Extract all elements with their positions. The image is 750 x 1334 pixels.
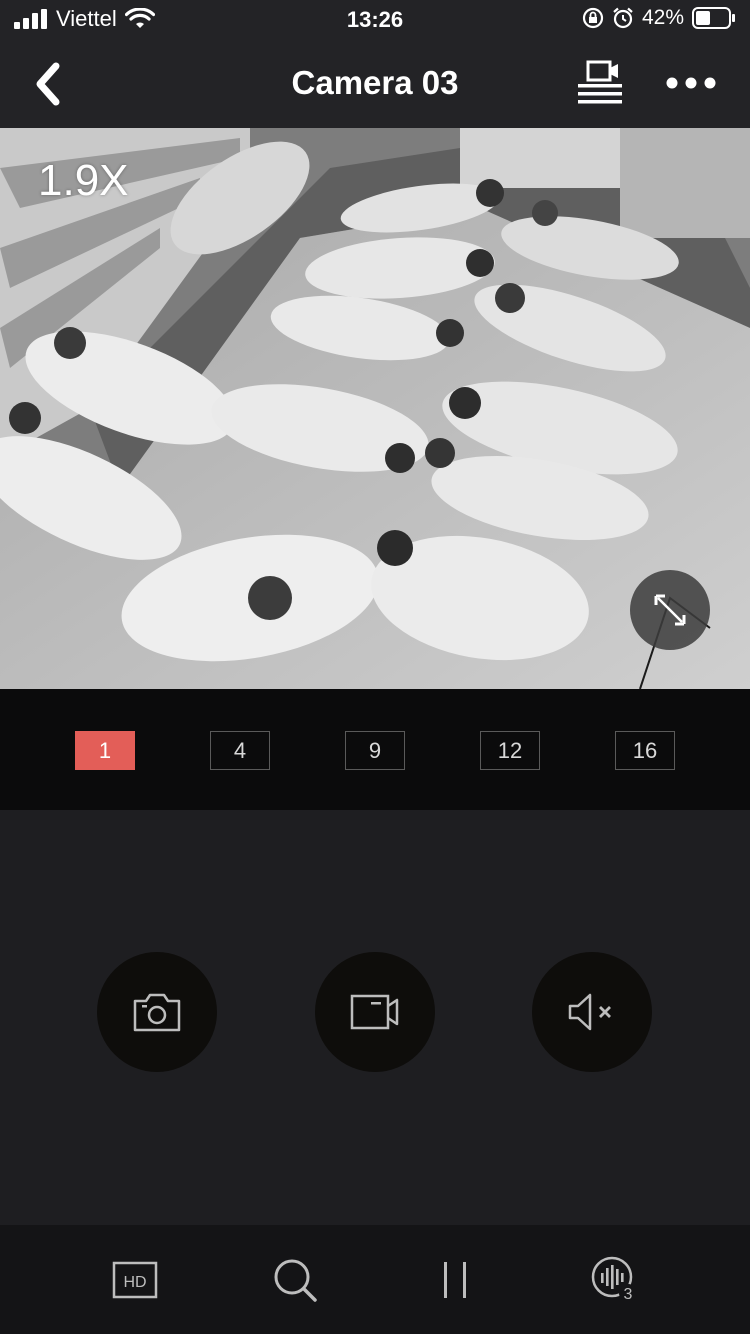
battery-percent: 42% — [641, 6, 684, 29]
signal-icon — [14, 9, 47, 29]
pause-icon — [444, 1262, 466, 1298]
bottom-toolbar: HD 3 — [0, 1225, 750, 1334]
carrier-name: Viettel — [56, 6, 117, 31]
voice-badge: 3 — [624, 1286, 633, 1303]
snapshot-button[interactable] — [97, 952, 217, 1072]
grid-option-9[interactable]: 9 — [345, 731, 405, 770]
more-options-button[interactable] — [664, 70, 720, 96]
rotation-lock-icon — [582, 7, 604, 29]
expand-icon — [654, 594, 686, 626]
status-bar: Viettel 13:26 42% — [0, 0, 750, 40]
hd-icon: HD — [112, 1261, 158, 1299]
alarm-icon — [613, 7, 633, 29]
record-button[interactable] — [315, 952, 435, 1072]
mute-button[interactable] — [532, 952, 652, 1072]
snapshot-icon — [133, 993, 181, 1032]
screen-list-icon — [578, 60, 622, 104]
zoom-level-label: 1.9X — [38, 156, 129, 205]
voice-talk-button[interactable]: 3 — [590, 1255, 640, 1305]
grid-option-16[interactable]: 16 — [615, 731, 675, 770]
status-left: Viettel — [14, 6, 155, 32]
display-mode-button[interactable] — [572, 60, 628, 106]
navigation-bar: Camera 03 — [0, 40, 750, 128]
mute-icon — [568, 993, 611, 1031]
wifi-icon — [124, 8, 155, 28]
camera-video-feed[interactable]: 1.9X — [0, 128, 750, 689]
more-icon — [666, 77, 716, 89]
battery-icon — [692, 7, 735, 29]
hd-label: HD — [123, 1274, 146, 1291]
grid-option-1[interactable]: 1 — [75, 731, 135, 770]
status-right: 42% — [582, 6, 736, 30]
zoom-search-button[interactable] — [270, 1255, 320, 1305]
pause-button[interactable] — [430, 1255, 480, 1305]
record-icon — [350, 994, 399, 1030]
fullscreen-button[interactable] — [630, 570, 710, 650]
split-screen-selector: 1 4 9 12 16 — [0, 689, 750, 810]
hd-quality-button[interactable]: HD — [110, 1255, 160, 1305]
grid-option-4[interactable]: 4 — [210, 731, 270, 770]
grid-option-12[interactable]: 12 — [480, 731, 540, 770]
search-icon — [274, 1259, 317, 1302]
control-panel — [0, 810, 750, 1225]
voice-icon: 3 — [591, 1256, 637, 1303]
